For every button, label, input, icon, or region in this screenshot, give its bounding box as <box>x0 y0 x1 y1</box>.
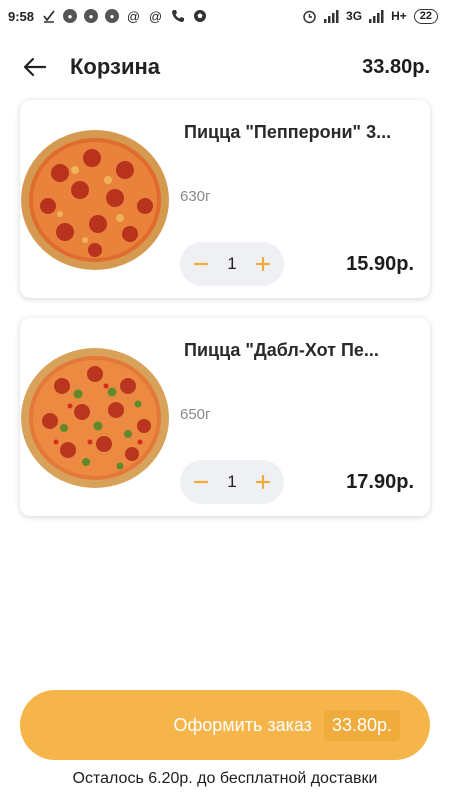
cart-total: 33.80р. <box>362 56 430 78</box>
notification-dot-icon: ● <box>84 9 99 23</box>
quantity-value: 1 <box>227 254 237 273</box>
header: Корзина 33.80р. <box>0 44 450 90</box>
status-time: 9:58 <box>8 8 35 24</box>
status-bar-left: 9:58 ● ● ● @ @ <box>8 9 207 24</box>
at-icon: @ <box>126 8 141 24</box>
increase-button[interactable] <box>254 255 272 273</box>
cart-item[interactable]: Пицца "Дабл-Хот Пе... 650г 1 17.90р. <box>20 318 430 516</box>
quantity-stepper: 1 <box>180 242 284 286</box>
item-price: 17.90р. <box>346 471 414 493</box>
back-button[interactable] <box>20 52 50 82</box>
status-bar: 9:58 ● ● ● @ @ 3G H+ 22 <box>0 0 450 32</box>
check-icon <box>41 9 56 24</box>
minus-icon <box>193 262 209 266</box>
checkout-price: 33.80р. <box>323 709 400 741</box>
quantity-value: 1 <box>227 472 237 491</box>
checkout-label: Оформить заказ <box>173 714 312 735</box>
item-weight: 630г <box>180 188 211 205</box>
notification-dot-icon: ● <box>63 9 78 23</box>
notification-dot-icon: ● <box>105 9 120 23</box>
checkout-button[interactable]: Оформить заказ 33.80р. <box>20 690 430 760</box>
item-name: Пицца "Пепперони" 3... <box>184 122 392 142</box>
plus-icon <box>255 474 271 490</box>
soccer-ball-icon <box>192 9 207 24</box>
cart-item[interactable]: Пицца "Пепперони" 3... 630г 1 15.90р. <box>20 100 430 298</box>
page-title: Корзина <box>70 54 160 79</box>
free-delivery-note: Осталось 6.20р. до бесплатной доставки <box>72 770 378 787</box>
arrow-left-icon <box>23 57 47 77</box>
decrease-button[interactable] <box>192 473 210 491</box>
call-icon <box>170 9 185 24</box>
minus-icon <box>193 480 209 484</box>
network-type: 3G <box>346 9 363 23</box>
decrease-button[interactable] <box>192 255 210 273</box>
item-price: 15.90р. <box>346 253 414 275</box>
signal-icon <box>369 9 384 24</box>
at-icon: @ <box>148 8 163 24</box>
signal-icon <box>324 9 339 24</box>
battery-icon: 22 <box>413 8 438 24</box>
network-type-secondary: H+ <box>391 9 407 23</box>
quantity-stepper: 1 <box>180 460 284 504</box>
status-bar-right: 3G H+ 22 <box>302 8 438 24</box>
alarm-icon <box>302 9 317 24</box>
item-weight: 650г <box>180 406 211 423</box>
increase-button[interactable] <box>254 473 272 491</box>
pizza-image <box>21 348 169 488</box>
pizza-image <box>21 130 169 270</box>
plus-icon <box>255 256 271 272</box>
item-name: Пицца "Дабл-Хот Пе... <box>184 340 379 360</box>
